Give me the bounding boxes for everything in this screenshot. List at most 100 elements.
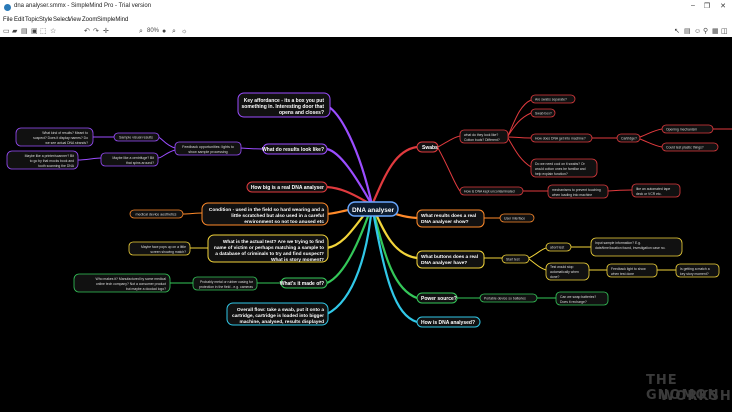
topic-do-we-need[interactable]: Do we need cool on it swabs? Or would co… [530, 158, 598, 178]
svg-text:abort test: abort test [550, 246, 564, 250]
open-icon[interactable]: ▰ [12, 27, 17, 36]
topic-made-of[interactable]: What's it made of? [280, 277, 328, 289]
note-icon[interactable]: ▤ [684, 27, 691, 36]
svg-text:Opening mechanism: Opening mechanism [666, 128, 697, 132]
search-icon[interactable]: ⌕ [172, 27, 176, 36]
topic-probably-metal[interactable]: Probably metal or rubber casing for prot… [192, 276, 258, 291]
svg-text:How does DNA get into machine?: How does DNA get into machine? [535, 137, 586, 141]
star-icon[interactable]: ☆ [50, 27, 56, 36]
svg-text:Are swabs separate?: Are swabs separate? [535, 98, 567, 102]
topic-can-we[interactable]: Can we swap batteries? Does it recharge? [555, 291, 609, 306]
topic-portable[interactable]: Portable device so batteries [479, 293, 538, 303]
topic-feedback-light[interactable]: Feedback light to show when test done [606, 263, 658, 278]
topic-power[interactable]: Power source? [416, 292, 458, 304]
topic-cartridge[interactable]: Cartridge? [616, 133, 641, 143]
menu-zoom[interactable]: Zoom [82, 17, 97, 23]
topic-are-swabs[interactable]: Are swabs separate? [530, 94, 576, 104]
image-icon[interactable]: ▦ [712, 27, 719, 36]
topic-start-test[interactable]: Start test [501, 254, 530, 264]
topic-opening[interactable]: Opening mechanism [661, 124, 714, 134]
svg-text:Could test plastic things?: Could test plastic things? [666, 146, 704, 150]
svg-text:DNA analyser have?: DNA analyser have? [421, 260, 467, 266]
topic-how-dna-kept[interactable]: How is DNA kept uncontaminated [459, 186, 524, 196]
topic-maybe-face[interactable]: Maybe face pops up on a little screen sh… [128, 241, 191, 256]
svg-text:opens and closes?: opens and closes? [279, 110, 324, 116]
svg-text:automatically when: automatically when [550, 270, 579, 274]
topic-abort[interactable]: abort test [545, 242, 572, 252]
topic-condition[interactable]: Condition - used in the field so hard we… [201, 202, 329, 226]
zoom-icon[interactable]: ⌕ [139, 27, 143, 36]
menu-simplemind[interactable]: SimpleMind [97, 17, 128, 23]
menu-style[interactable]: Style [39, 17, 52, 23]
svg-text:machine, analysed, results dis: machine, analysed, results displayed [239, 319, 324, 325]
redo-icon[interactable]: ↷ [93, 27, 99, 36]
svg-text:online tech company? Not a con: online tech company? Not a consumer prod… [96, 282, 166, 286]
menu-edit[interactable]: Edit [14, 17, 24, 23]
topic-swabs[interactable]: Swabs [416, 141, 439, 153]
svg-text:What results does a real: What results does a real [421, 213, 476, 219]
maximize-button[interactable]: ❐ [700, 2, 714, 10]
mind-map: DNA analyser Key affordance - its a box … [6, 92, 732, 328]
svg-text:Is getting a match a: Is getting a match a [680, 267, 710, 271]
export-icon[interactable]: ⬚ [40, 27, 47, 36]
style-icon[interactable]: ● [162, 27, 166, 36]
close-button[interactable]: ✕ [716, 2, 730, 10]
new-icon[interactable]: ▭ [3, 27, 10, 36]
svg-text:Sample visual results: Sample visual results [119, 136, 153, 140]
svg-text:tooth scanning the DNA: tooth scanning the DNA [38, 164, 75, 168]
menu-topic[interactable]: Topic [25, 17, 39, 23]
topic-what-do-look[interactable]: what do they look like? Cotton buds? Dif… [459, 129, 509, 144]
topic-overall[interactable]: Overall flow: take a swab, put it onto a… [226, 302, 329, 326]
menu-file[interactable]: File [3, 17, 13, 23]
undo-icon[interactable]: ↶ [84, 27, 90, 36]
cursor-icon[interactable]: ↖ [674, 27, 680, 36]
center-topic[interactable]: DNA analyser [347, 201, 399, 217]
menu-view[interactable]: View [68, 17, 81, 23]
svg-text:Swab box?: Swab box? [535, 112, 552, 116]
svg-text:Feedback opportunities: lights: Feedback opportunities: lights to [182, 145, 234, 149]
link-icon[interactable]: ⚲ [703, 27, 708, 36]
mind-map-canvas[interactable]: DNA analyser Key affordance - its a box … [0, 37, 732, 412]
folder-icon[interactable]: ▤ [21, 27, 28, 36]
topic-getting-match[interactable]: Is getting a match a key story moment? [675, 263, 720, 278]
topic-actual-test[interactable]: What is the actual test? Are we trying t… [207, 234, 329, 263]
topic-mechanisms[interactable]: mechanisms to prevent touching when load… [547, 184, 609, 199]
topic-swab-box[interactable]: Swab box? [530, 108, 556, 118]
topic-feedback[interactable]: Feedback opportunities: lights to show s… [174, 141, 242, 156]
topic-test-stop[interactable]: Test would stop automatically when done? [545, 262, 590, 281]
svg-text:show sample processing: show sample processing [188, 150, 227, 154]
emoji-icon[interactable]: ☺ [694, 27, 701, 36]
minimize-button[interactable]: – [686, 2, 700, 9]
topic-how-big[interactable]: How big is a real DNA analyser [246, 181, 328, 193]
topic-affordance[interactable]: Key affordance - its a box you put somet… [237, 92, 331, 118]
topic-how-dna[interactable]: How does DNA get into machine? [530, 133, 593, 143]
branch-affordance [324, 103, 374, 206]
topic-maybe-centrifuge[interactable]: Maybe like a centrifuge? Bit that spins … [100, 152, 159, 167]
svg-text:Swabs: Swabs [422, 145, 438, 151]
zoom-level[interactable]: 80% [147, 27, 159, 36]
topic-automated[interactable]: like an automated tape deck or VCR etc. [631, 183, 681, 198]
svg-text:How big is a real DNA analyser: How big is a real DNA analyser [251, 185, 324, 191]
topic-could-plastic[interactable]: Could test plastic things? [661, 142, 719, 152]
svg-text:Maybe like a printer/scanner?: Maybe like a printer/scanner? Bit [25, 154, 74, 158]
svg-text:when loading into machine: when loading into machine [552, 193, 592, 197]
topic-input-sample[interactable]: Input sample information? E.g. date/time… [590, 237, 683, 257]
topic-medical[interactable]: medical device aesthetics [129, 209, 184, 219]
panel-icon[interactable]: ◫ [721, 27, 728, 36]
bulb-icon[interactable]: ☼ [181, 27, 187, 36]
topic-who-makes[interactable]: Who makes it? Manufactured by some medic… [73, 273, 171, 293]
svg-text:cartridge, cartridge is loaded: cartridge, cartridge is loaded into bigg… [232, 313, 324, 319]
topic-maybe-printer[interactable]: Maybe like a printer/scanner? Bit to go … [6, 150, 79, 170]
add-topic-icon[interactable]: ✛ [103, 27, 109, 36]
topic-results-look[interactable]: What do results look like? [262, 143, 328, 155]
svg-text:What kind of results? Meant to: What kind of results? Meant to [42, 131, 88, 135]
topic-what-buttons[interactable]: What buttons does a real DNA analyser ha… [416, 250, 485, 269]
topic-how-analysed[interactable]: How is DNA analysed? [416, 316, 481, 328]
topic-user-interface[interactable]: User interface [499, 213, 535, 223]
topic-what-results[interactable]: What results does a real DNA analyser sh… [416, 209, 485, 228]
svg-text:but maybe a doodad logo?: but maybe a doodad logo? [126, 287, 166, 291]
topic-sample-visual[interactable]: Sample visual results [113, 132, 160, 142]
save-icon[interactable]: ▣ [31, 27, 38, 36]
topic-what-kind[interactable]: What kind of results? Meant to suspect? … [15, 127, 94, 147]
svg-text:What is story moment?: What is story moment? [271, 257, 324, 263]
